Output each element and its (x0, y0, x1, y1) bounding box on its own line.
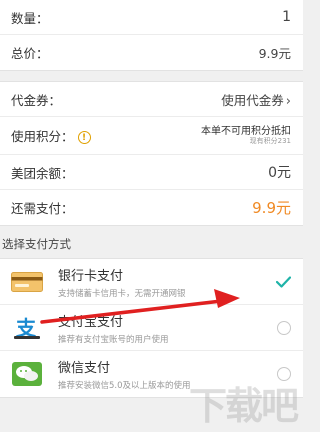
points-value: 本单不可用积分抵扣 (201, 125, 291, 137)
voucher-value: 使用代金券 (221, 92, 284, 108)
payment-title: 银行卡支付 (58, 268, 124, 284)
order-summary: 数量： 1 总价： 9.9元 (0, 0, 303, 71)
points-info: 本单不可用积分抵扣 现有积分231 (201, 126, 291, 146)
radio-button[interactable] (277, 320, 291, 335)
points-label-group: 使用积分：! (11, 126, 91, 145)
due-row: 还需支付： 9.9元 (0, 190, 303, 225)
payment-section-title: 选择支付方式 (2, 237, 71, 251)
total-label: 总价： (11, 46, 49, 61)
balance-row: 美团余额： 0元 (0, 155, 303, 190)
due-value: 9.9元 (252, 199, 291, 217)
payment-title: 支付宝支付 (58, 314, 124, 330)
quantity-label: 数量： (11, 10, 49, 26)
voucher-label: 代金券： (11, 92, 62, 108)
bank-card-icon (10, 270, 44, 294)
wechat-icon (10, 362, 44, 386)
payment-method-alipay[interactable]: 支 支付宝支付 推荐有支付宝账号的用户使用 (0, 305, 303, 351)
total-value: 9.9元 (258, 46, 291, 61)
balance-value: 0元 (268, 165, 291, 181)
payment-title: 微信支付 (58, 361, 111, 376)
voucher-row[interactable]: 代金券： 使用代金券 › (0, 82, 303, 117)
check-icon[interactable] (275, 274, 291, 290)
chevron-right-icon: › (285, 93, 291, 109)
payment-desc: 支持储蓄卡信用卡，无需开通网银 (58, 288, 186, 299)
discount-section: 代金券： 使用代金券 › 使用积分：! 本单不可用积分抵扣 现有积分231 美团余… (0, 81, 303, 226)
total-row: 总价： 9.9元 (0, 35, 303, 70)
balance-label: 美团余额： (11, 165, 74, 181)
alipay-text: 支付宝支付 推荐有支付宝账号的用户使用 (58, 311, 277, 345)
payment-desc: 推荐有支付宝账号的用户使用 (58, 334, 169, 345)
payment-method-bank-card[interactable]: 银行卡支付 支持储蓄卡信用卡，无需开通网银 (0, 259, 303, 305)
bank-card-text: 银行卡支付 支持储蓄卡信用卡，无需开通网银 (58, 265, 275, 299)
voucher-select[interactable]: 使用代金券 › (221, 90, 291, 109)
quantity-value: 1 (282, 9, 291, 25)
quantity-row: 数量： 1 (0, 0, 303, 35)
alipay-icon: 支 (10, 316, 44, 340)
points-balance: 现有积分231 (249, 137, 291, 146)
watermark-logo: 下载吧 (188, 384, 299, 428)
due-label: 还需支付： (11, 201, 74, 216)
points-row: 使用积分：! 本单不可用积分抵扣 现有积分231 (0, 117, 303, 155)
info-icon[interactable]: ! (77, 131, 91, 144)
points-label: 使用积分： (11, 129, 74, 144)
